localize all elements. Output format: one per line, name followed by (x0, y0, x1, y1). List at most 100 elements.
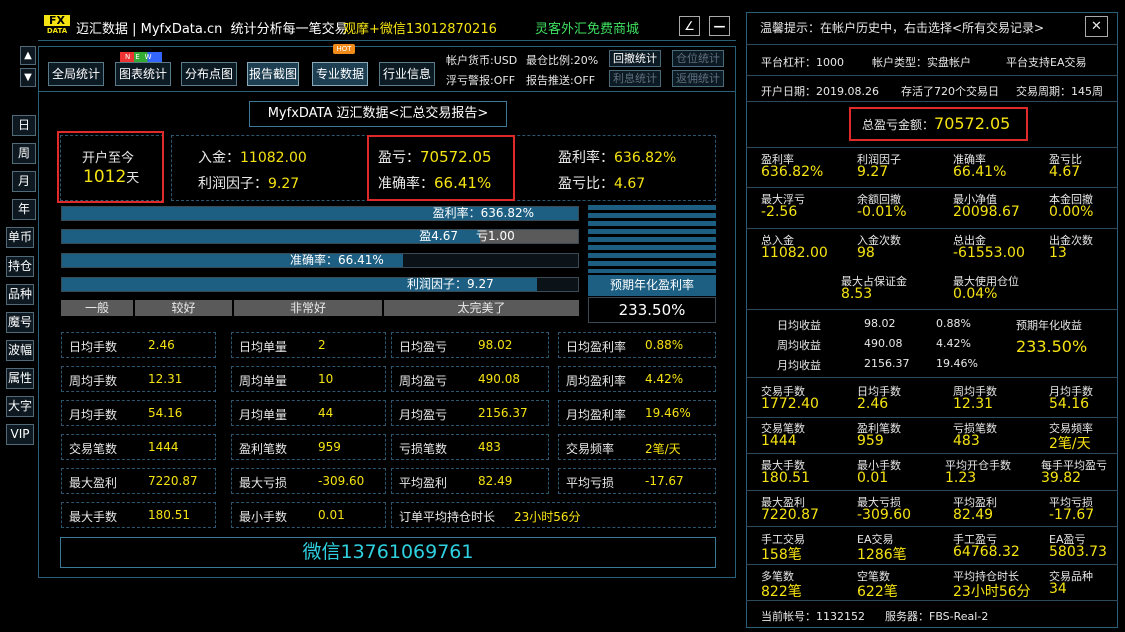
stat-label: 交易频率 (566, 442, 615, 456)
stat-value: 10 (318, 372, 334, 386)
right-sep (746, 526, 1118, 527)
stat-label: 周均盈亏 (399, 374, 448, 388)
hot-badge: HOT (333, 44, 355, 54)
stat-label: 日均盈利率 (566, 340, 627, 354)
side-btn-range[interactable]: 波幅 (6, 340, 34, 361)
right-stat-value: 39.82 (1041, 470, 1082, 486)
right-stat-value: 158笔 (761, 547, 802, 563)
avg-income-cell: 日均收益 (777, 319, 821, 332)
stat-value: 44 (318, 406, 334, 420)
side-btn-month[interactable]: 月 (12, 171, 36, 192)
current-account: 当前帐号：1132152 (761, 610, 865, 623)
stat-value: 2笔/天 (645, 442, 681, 456)
stat-cell: 最大亏损 -309.60 (231, 468, 386, 494)
roi-value: 636.82% (614, 150, 677, 166)
max-position-ratio: 最仓比例:20% (526, 54, 599, 67)
side-btn-vip[interactable]: VIP (6, 424, 34, 445)
side-btn-attributes[interactable]: 属性 (6, 368, 34, 389)
right-stat-value: 1444 (761, 433, 797, 449)
side-btn-magic[interactable]: 魔号 (6, 312, 34, 333)
stat-value: 4.42% (645, 372, 684, 386)
side-btn-year[interactable]: 年 (12, 199, 36, 220)
right-sep (746, 309, 1118, 310)
side-btn-week[interactable]: 周 (12, 143, 36, 164)
interest-stats-button[interactable]: 利息统计 (609, 70, 661, 87)
report-title: MyfxDATA 迈汇数据<汇总交易报告> (249, 101, 507, 127)
side-btn-positions[interactable]: 持仓 (6, 256, 34, 277)
side-btn-day[interactable]: 日 (12, 115, 36, 136)
toolbar-industry-info[interactable]: 行业信息 (379, 62, 435, 86)
side-btn-single-currency[interactable]: 单币 (6, 227, 34, 248)
accuracy-bar-text: 准确率：66.41% (290, 253, 384, 267)
stat-cell: 周均单量 10 (231, 366, 386, 392)
profit-factor-value: 9.27 (268, 176, 300, 192)
avg-income-cell: 2156.37 (864, 357, 910, 370)
right-sep-3 (746, 101, 1118, 102)
scroll-up-button[interactable]: ▲ (20, 46, 36, 65)
stat-label: 交易笔数 (69, 442, 118, 456)
stat-label: 盈利笔数 (239, 442, 288, 456)
minimize-button[interactable]: — (709, 16, 730, 36)
stat-label: 周均单量 (239, 374, 288, 388)
logo-bottom-text: DATA (44, 26, 70, 37)
right-stat-value: 0.04% (953, 286, 998, 302)
stat-value: 82.49 (478, 474, 513, 488)
side-btn-symbols[interactable]: 品种 (6, 284, 34, 305)
app-logo: FX DATA (44, 15, 70, 37)
right-stat-value: -309.60 (857, 507, 912, 523)
right-stat-value: 2笔/天 (1049, 436, 1091, 452)
stat-cell: 平均盈利 82.49 (391, 468, 549, 494)
draw-button[interactable]: ∠ (679, 16, 700, 36)
app-title: 迈汇数据 | MyfxData.cn 统计分析每一笔交易 (76, 22, 348, 37)
accuracy-bar: 准确率：66.41% (61, 253, 579, 268)
avg-income-cell: 4.42% (936, 337, 971, 350)
win-bar-fill (62, 230, 480, 243)
float-alert: 浮亏警报:OFF (446, 74, 516, 87)
toolbar-pro-data[interactable]: 专业数据 (312, 62, 368, 86)
toolbar-report-screenshot[interactable]: 报告截图 (247, 62, 299, 86)
roi-bar: 盈利率：636.82% (61, 206, 579, 221)
toolbar-chart-stats[interactable]: 图表统计 (115, 62, 171, 86)
rebate-stats-button[interactable]: 返佣统计 (672, 70, 724, 87)
right-stat-value: 8.53 (841, 286, 873, 302)
stat-cell: 日均盈亏 98.02 (391, 332, 549, 358)
right-stat-value: 180.51 (761, 470, 810, 486)
stat-cell: 交易笔数 1444 (61, 434, 216, 460)
pf-bar: 利润因子：9.27 (61, 277, 579, 292)
right-stat-value: 11082.00 (761, 245, 828, 261)
stat-cell: 月均单量 44 (231, 400, 386, 426)
logo-top-text: FX (49, 14, 65, 27)
promo-shop: 灵客外汇免费商城 (535, 22, 640, 37)
avg-income-cell: 周均收益 (777, 339, 821, 352)
loss-bar-text: 亏1.00 (476, 229, 515, 243)
stat-label: 月均单量 (239, 408, 288, 422)
right-annual-value: 233.50% (1016, 337, 1088, 356)
toolbar-global-stats[interactable]: 全局统计 (48, 62, 104, 86)
side-btn-large-font[interactable]: 大字 (6, 396, 34, 417)
roi-row: 盈利率：636.82% (558, 147, 676, 167)
deposit-value: 11082.00 (240, 150, 307, 166)
right-stat-value: 98 (857, 245, 875, 261)
close-button[interactable]: ✕ (1085, 16, 1108, 37)
drawdown-stats-button[interactable]: 回撤统计 (609, 50, 661, 67)
stat-value: 12.31 (148, 372, 183, 386)
toolbar-distribution[interactable]: 分布点图 (181, 62, 237, 86)
right-stat-value: 1772.40 (761, 396, 819, 412)
right-sep (746, 564, 1118, 565)
rating-very-good: 非常好 (234, 300, 382, 316)
stat-cell: 最大盈利 7220.87 (61, 468, 216, 494)
ea-support-text: 平台支持EA交易 (1006, 56, 1087, 69)
scroll-down-button[interactable]: ▼ (20, 68, 36, 87)
right-stat-value: 5803.73 (1049, 544, 1107, 560)
profit-factor-label: 利润因子： (198, 176, 268, 192)
stat-label: 周均手数 (69, 374, 118, 388)
account-currency: 帐户货币:USD (446, 54, 518, 67)
plr-row: 盈亏比：4.67 (558, 173, 645, 193)
rating-perfect: 太完美了 (384, 300, 579, 316)
right-stat-value: 822笔 (761, 584, 802, 600)
right-stat-value: 0.00% (1049, 204, 1094, 220)
stat-cell: 周均盈利率 4.42% (558, 366, 716, 392)
position-stats-button[interactable]: 仓位统计 (672, 50, 724, 67)
avg-income-cell: 98.02 (864, 317, 896, 330)
right-stat-value: 20098.67 (953, 204, 1020, 220)
